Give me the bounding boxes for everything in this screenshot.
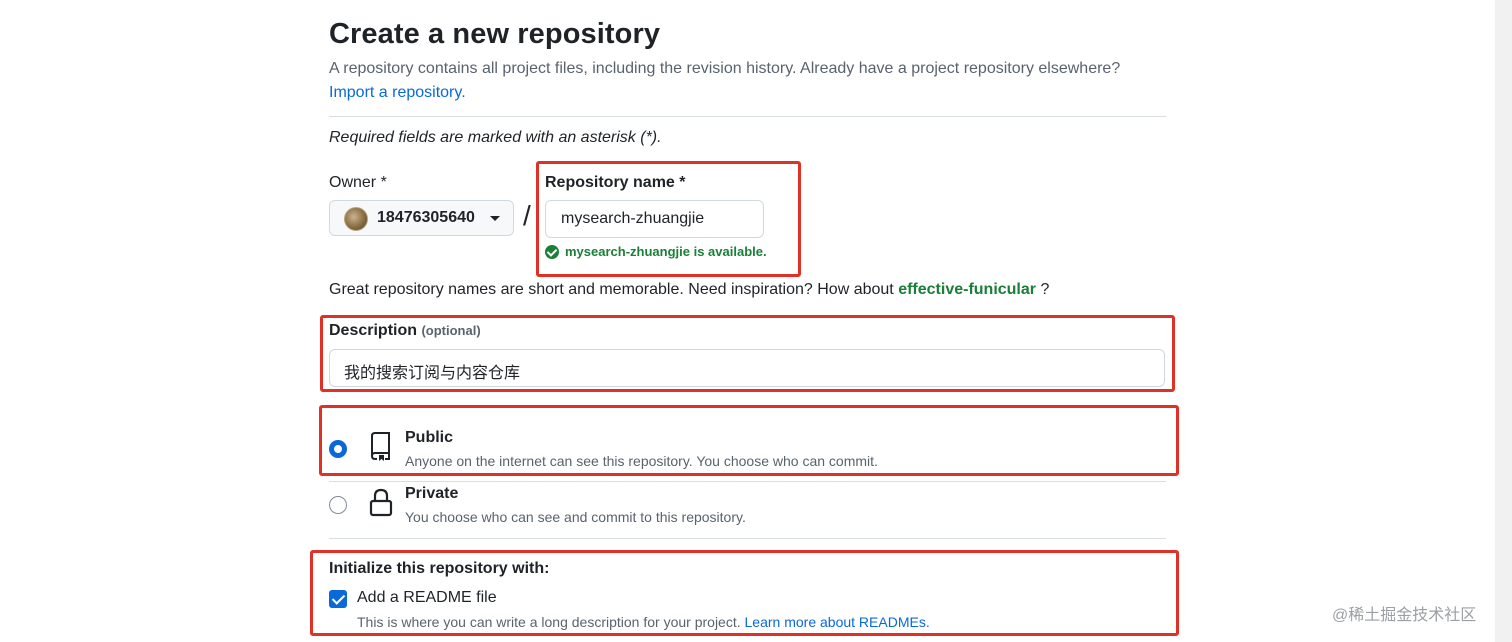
lock-icon <box>369 488 393 518</box>
public-option-desc: Anyone on the internet can see this repo… <box>405 453 878 469</box>
owner-label: Owner * <box>329 174 387 191</box>
page-title: Create a new repository <box>329 18 661 50</box>
repo-icon <box>368 431 394 461</box>
inspiration-suffix: ? <box>1040 281 1050 298</box>
availability-text: mysearch-zhuangjie is available. <box>565 244 767 259</box>
avatar <box>344 207 368 231</box>
chevron-down-icon <box>490 216 500 221</box>
divider <box>329 116 1166 117</box>
optional-tag: (optional) <box>421 323 481 338</box>
owner-repo-separator: / <box>523 200 531 231</box>
check-circle-icon <box>545 244 559 259</box>
divider <box>329 481 1166 482</box>
description-label-text: Description <box>329 322 418 339</box>
readme-desc-text: This is where you can write a long descr… <box>357 614 741 630</box>
repository-name-label: Repository name * <box>545 174 686 191</box>
learn-more-readmes-link[interactable]: Learn more about READMEs. <box>745 614 930 630</box>
public-radio[interactable] <box>329 440 347 458</box>
readme-checkbox[interactable] <box>329 590 347 608</box>
vertical-scrollbar[interactable] <box>1495 0 1512 642</box>
page-subtitle: A repository contains all project files,… <box>329 60 1121 77</box>
description-label: Description (optional) <box>329 322 481 340</box>
initialize-heading: Initialize this repository with: <box>329 560 550 577</box>
description-input[interactable]: 我的搜索订阅与内容仓库 <box>329 349 1165 387</box>
readme-description: This is where you can write a long descr… <box>357 614 930 630</box>
suggested-name-link[interactable]: effective-funicular <box>898 281 1036 298</box>
readme-label: Add a README file <box>357 589 497 606</box>
inspiration-text: Great repository names are short and mem… <box>329 281 894 298</box>
private-option-desc: You choose who can see and commit to thi… <box>405 509 746 525</box>
public-option-title: Public <box>405 429 454 446</box>
watermark: @稀土掘金技术社区 <box>1332 607 1477 624</box>
owner-name: 18476305640 <box>377 209 475 226</box>
import-repository-link[interactable]: Import a repository. <box>329 84 466 102</box>
availability-message: mysearch-zhuangjie is available. <box>545 244 767 259</box>
name-inspiration: Great repository names are short and mem… <box>329 281 1049 299</box>
private-radio[interactable] <box>329 496 347 514</box>
divider <box>329 538 1166 539</box>
owner-dropdown[interactable]: 18476305640 <box>329 200 514 236</box>
private-option-title: Private <box>405 485 459 502</box>
required-fields-note: Required fields are marked with an aster… <box>329 129 662 146</box>
repository-name-input[interactable]: mysearch-zhuangjie <box>545 200 764 238</box>
